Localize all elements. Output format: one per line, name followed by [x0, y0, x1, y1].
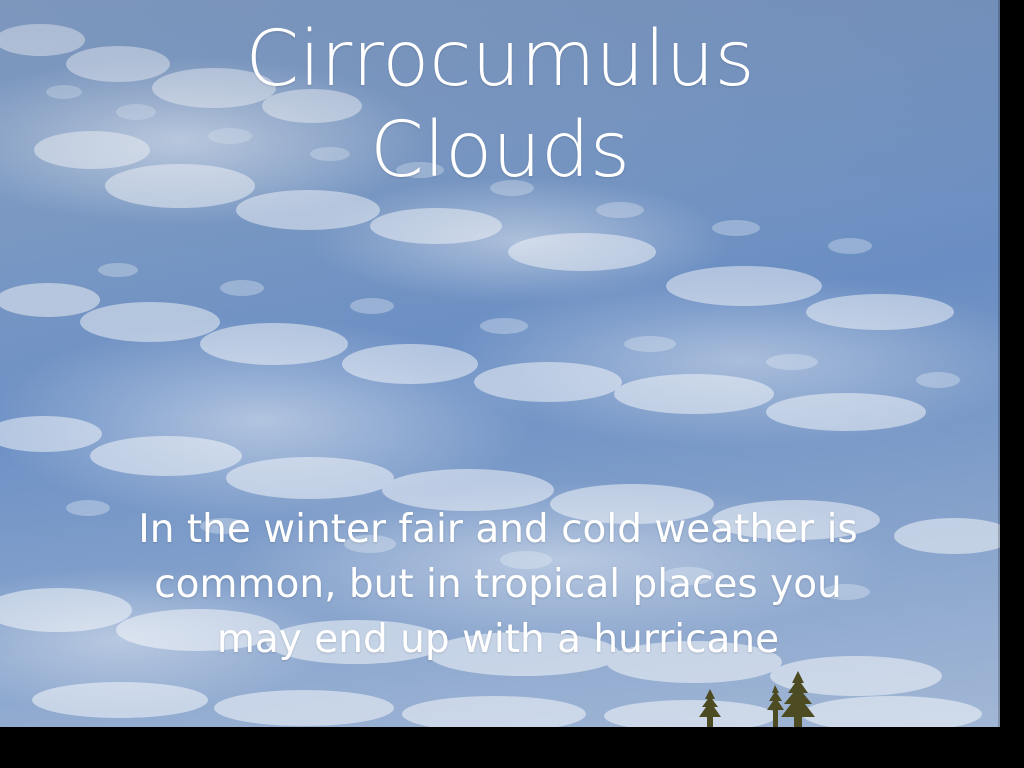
slide-edge: [998, 0, 1000, 727]
slide: Cirrocumulus Clouds In the winter fair a…: [0, 0, 1000, 727]
slide-caption: In the winter fair and cold weather is c…: [138, 507, 858, 662]
tree-icon: [699, 689, 721, 727]
slide-title: Cirrocumulus Clouds: [245, 15, 755, 195]
presentation-screen: Cirrocumulus Clouds In the winter fair a…: [0, 0, 1024, 768]
tree-icon: [767, 671, 815, 727]
